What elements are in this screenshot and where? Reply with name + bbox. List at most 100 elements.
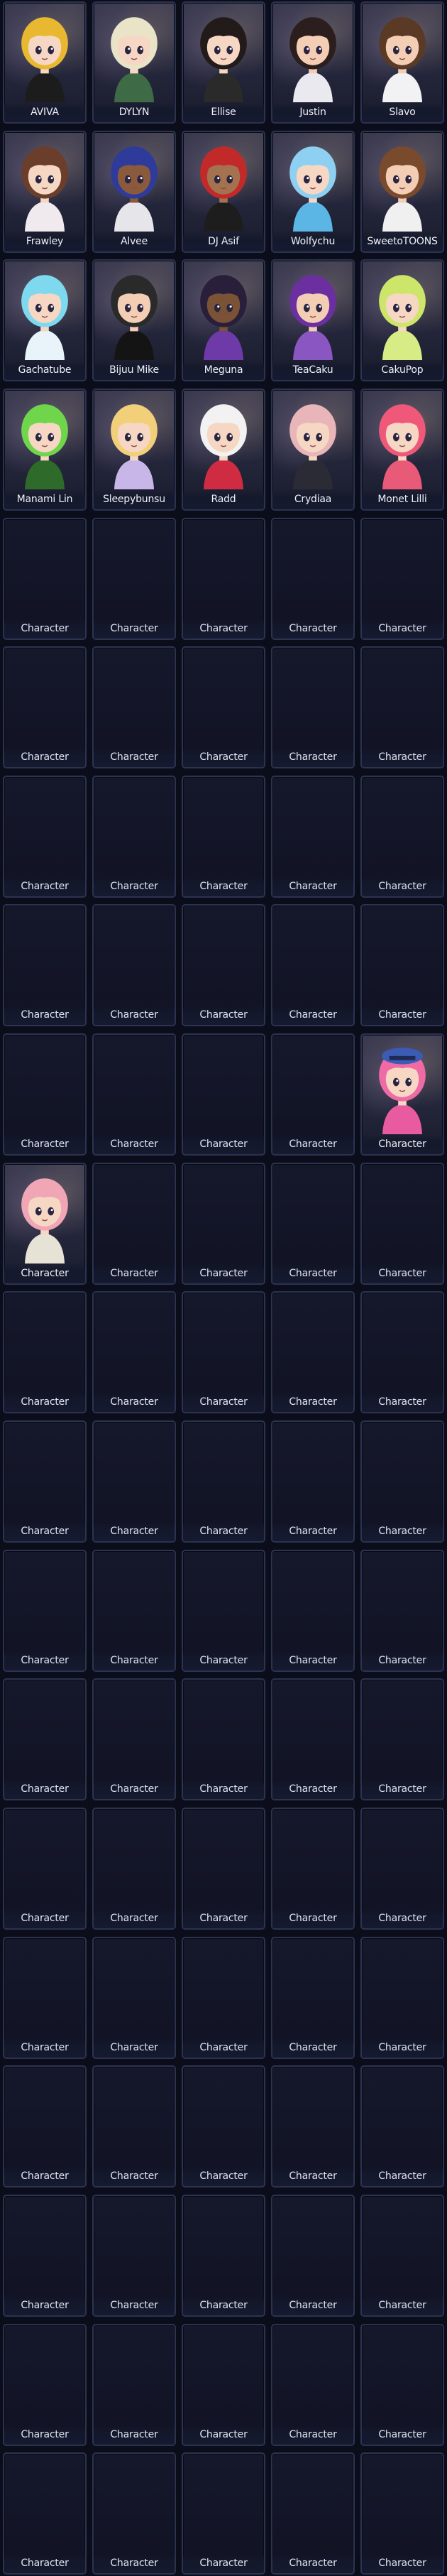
character-slot[interactable]: Character	[271, 517, 355, 640]
character-slot[interactable]: Character	[182, 1162, 265, 1285]
character-slot[interactable]: Bijuu Mike	[92, 259, 176, 382]
character-slot[interactable]: Character	[182, 2194, 265, 2317]
character-slot[interactable]: Character	[92, 1936, 176, 2059]
character-slot[interactable]: Character	[3, 1936, 87, 2059]
character-slot[interactable]: Character	[271, 1291, 355, 1414]
character-slot[interactable]: CakuPop	[360, 259, 444, 382]
character-slot[interactable]: Character	[360, 2323, 444, 2446]
character-slot[interactable]: Character	[182, 1807, 265, 1930]
character-slot[interactable]: Character	[360, 517, 444, 640]
character-slot[interactable]: Monet Lilli	[360, 388, 444, 511]
character-slot[interactable]: Gachatube	[3, 259, 87, 382]
character-slot[interactable]: Character	[271, 646, 355, 769]
character-slot[interactable]: Character	[360, 1033, 444, 1156]
character-slot[interactable]: Meguna	[182, 259, 265, 382]
character-slot[interactable]: Character	[92, 1807, 176, 1930]
character-slot[interactable]: Character	[182, 1936, 265, 2059]
character-slot[interactable]: Character	[360, 775, 444, 898]
character-slot[interactable]: Character	[360, 1420, 444, 1543]
character-slot[interactable]: Manami Lin	[3, 388, 87, 511]
character-slot[interactable]: Character	[3, 1549, 87, 1672]
character-slot[interactable]: Character	[182, 2065, 265, 2188]
character-slot[interactable]: Character	[182, 1678, 265, 1801]
character-slot[interactable]: Character	[182, 904, 265, 1027]
character-slot[interactable]: Character	[3, 1162, 87, 1285]
character-slot[interactable]: Character	[271, 2452, 355, 2575]
character-slot[interactable]: Character	[3, 517, 87, 640]
character-slot[interactable]: Character	[3, 1291, 87, 1414]
character-slot[interactable]: Character	[92, 1291, 176, 1414]
character-slot[interactable]: Character	[92, 1033, 176, 1156]
character-slot[interactable]: Character	[271, 1420, 355, 1543]
character-slot[interactable]: Character	[92, 2323, 176, 2446]
character-slot[interactable]: Sleepybunsu	[92, 388, 176, 511]
character-slot[interactable]: Character	[92, 1678, 176, 1801]
character-slot[interactable]: Ellise	[182, 1, 265, 124]
character-slot[interactable]: Character	[92, 1420, 176, 1543]
character-slot[interactable]: Character	[92, 775, 176, 898]
character-slot[interactable]: Character	[92, 646, 176, 769]
character-slot[interactable]: Character	[92, 904, 176, 1027]
character-slot[interactable]: Character	[3, 1807, 87, 1930]
character-slot[interactable]: DYLYN	[92, 1, 176, 124]
character-slot[interactable]: Character	[360, 1936, 444, 2059]
character-slot[interactable]: Character	[182, 1420, 265, 1543]
character-slot[interactable]: Character	[3, 2065, 87, 2188]
character-slot[interactable]: Character	[182, 517, 265, 640]
character-slot[interactable]: Character	[360, 1162, 444, 1285]
character-slot[interactable]: Character	[3, 646, 87, 769]
character-slot[interactable]: Character	[271, 1936, 355, 2059]
character-slot[interactable]: Character	[92, 2194, 176, 2317]
character-slot[interactable]: Character	[360, 1807, 444, 1930]
character-slot[interactable]: Character	[360, 1678, 444, 1801]
character-slot[interactable]: Character	[3, 904, 87, 1027]
character-slot[interactable]: Character	[271, 2194, 355, 2317]
character-slot[interactable]: Character	[271, 904, 355, 1027]
character-slot[interactable]: Character	[3, 1033, 87, 1156]
character-slot[interactable]: Character	[182, 775, 265, 898]
character-slot[interactable]: Character	[271, 1162, 355, 1285]
character-slot[interactable]: AVIVA	[3, 1, 87, 124]
character-slot[interactable]: Character	[182, 1033, 265, 1156]
character-slot[interactable]: Character	[360, 1549, 444, 1672]
character-slot[interactable]: Character	[3, 1678, 87, 1801]
character-slot[interactable]: Crydiaa	[271, 388, 355, 511]
character-slot[interactable]: Wolfychu	[271, 130, 355, 253]
character-slot[interactable]: Character	[92, 2065, 176, 2188]
character-slot[interactable]: Character	[92, 1162, 176, 1285]
character-slot[interactable]: Character	[360, 646, 444, 769]
character-slot[interactable]: Character	[3, 1420, 87, 1543]
character-slot[interactable]: Justin	[271, 1, 355, 124]
character-slot[interactable]: Character	[271, 1678, 355, 1801]
character-slot[interactable]: Character	[182, 2323, 265, 2446]
character-slot[interactable]: Character	[92, 517, 176, 640]
character-slot[interactable]: Character	[360, 2452, 444, 2575]
character-slot[interactable]: Character	[182, 1291, 265, 1414]
character-slot[interactable]: Character	[271, 1549, 355, 1672]
character-slot[interactable]: Character	[182, 2452, 265, 2575]
character-slot[interactable]: TeaCaku	[271, 259, 355, 382]
character-slot[interactable]: Character	[3, 2194, 87, 2317]
character-slot[interactable]: Character	[360, 2065, 444, 2188]
character-slot[interactable]: Slavo	[360, 1, 444, 124]
character-slot[interactable]: Character	[92, 2452, 176, 2575]
character-slot[interactable]: Character	[182, 646, 265, 769]
character-slot[interactable]: Radd	[182, 388, 265, 511]
character-slot[interactable]: Character	[271, 1033, 355, 1156]
character-slot[interactable]: Character	[3, 2452, 87, 2575]
character-slot[interactable]: Character	[271, 775, 355, 898]
character-slot[interactable]: Character	[360, 1291, 444, 1414]
character-slot[interactable]: Alvee	[92, 130, 176, 253]
character-slot[interactable]: Character	[3, 775, 87, 898]
character-slot[interactable]: Frawley	[3, 130, 87, 253]
character-slot[interactable]: SweetoTOONS	[360, 130, 444, 253]
character-slot[interactable]: Character	[182, 1549, 265, 1672]
character-slot[interactable]: Character	[360, 904, 444, 1027]
character-slot[interactable]: Character	[360, 2194, 444, 2317]
character-slot[interactable]: Character	[271, 1807, 355, 1930]
character-slot[interactable]: Character	[92, 1549, 176, 1672]
character-slot[interactable]: DJ Asif	[182, 130, 265, 253]
character-slot[interactable]: Character	[3, 2323, 87, 2446]
character-slot[interactable]: Character	[271, 2065, 355, 2188]
character-slot[interactable]: Character	[271, 2323, 355, 2446]
